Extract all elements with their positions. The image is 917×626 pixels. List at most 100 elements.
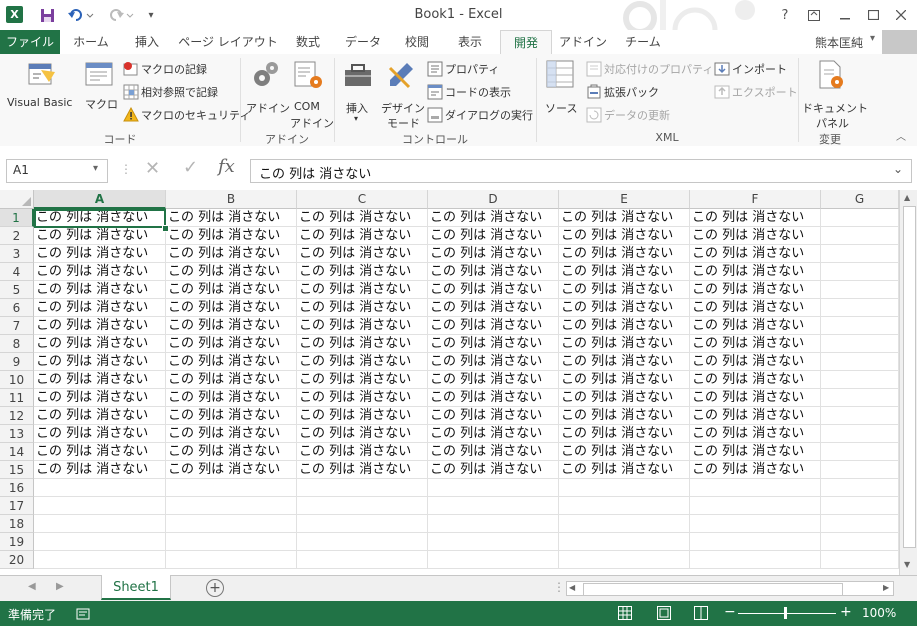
zoom-in-button[interactable]: + xyxy=(840,604,852,620)
tab-developer[interactable]: 開発 xyxy=(500,30,552,56)
cell-a5[interactable]: この 列は 消さない xyxy=(34,281,166,299)
cell-c9[interactable]: この 列は 消さない xyxy=(297,353,428,371)
cell-f3[interactable]: この 列は 消さない xyxy=(690,245,821,263)
cell-e10[interactable]: この 列は 消さない xyxy=(559,371,690,389)
cell-e14[interactable]: この 列は 消さない xyxy=(559,443,690,461)
expansion-pack-button[interactable]: 拡張パック xyxy=(586,83,676,101)
cell-e3[interactable]: この 列は 消さない xyxy=(559,245,690,263)
cell-c17[interactable] xyxy=(297,497,428,515)
cell-c20[interactable] xyxy=(297,551,428,569)
record-macro-button[interactable]: マクロの記録 xyxy=(123,60,233,78)
cell-c13[interactable]: この 列は 消さない xyxy=(297,425,428,443)
cell-f13[interactable]: この 列は 消さない xyxy=(690,425,821,443)
view-code-button[interactable]: コードの表示 xyxy=(427,83,527,101)
cell-f10[interactable]: この 列は 消さない xyxy=(690,371,821,389)
cell-b15[interactable]: この 列は 消さない xyxy=(166,461,297,479)
cell-c11[interactable]: この 列は 消さない xyxy=(297,389,428,407)
page-break-view-icon[interactable] xyxy=(694,606,708,620)
cell-d13[interactable]: この 列は 消さない xyxy=(428,425,559,443)
cell-f18[interactable] xyxy=(690,515,821,533)
run-dialog-button[interactable]: ダイアログの実行 xyxy=(427,106,533,124)
visual-basic-button[interactable]: Visual Basic xyxy=(5,60,77,112)
sheet-tab-sheet1[interactable]: Sheet1 xyxy=(101,575,171,600)
scroll-down-icon[interactable]: ▼ xyxy=(904,560,910,569)
ribbon-display-options-icon[interactable] xyxy=(804,4,824,26)
confirm-entry-icon[interactable]: ✓ xyxy=(183,157,198,178)
insert-function-button[interactable]: fx xyxy=(218,156,235,177)
tab-addins[interactable]: アドイン xyxy=(556,30,610,54)
properties-button[interactable]: プロパティ xyxy=(427,60,527,78)
cell-c18[interactable] xyxy=(297,515,428,533)
cell-d1[interactable]: この 列は 消さない xyxy=(428,209,559,227)
cell-a7[interactable]: この 列は 消さない xyxy=(34,317,166,335)
cell-g18[interactable] xyxy=(821,515,899,533)
tab-insert[interactable]: 挿入 xyxy=(122,30,172,54)
cell-c14[interactable]: この 列は 消さない xyxy=(297,443,428,461)
tab-home[interactable]: ホーム xyxy=(64,30,118,54)
cell-g16[interactable] xyxy=(821,479,899,497)
sheet-prev-icon[interactable]: ◀ xyxy=(28,581,36,592)
cell-e9[interactable]: この 列は 消さない xyxy=(559,353,690,371)
cell-f19[interactable] xyxy=(690,533,821,551)
cell-d19[interactable] xyxy=(428,533,559,551)
import-button[interactable]: インポート xyxy=(714,60,794,78)
cell-e8[interactable]: この 列は 消さない xyxy=(559,335,690,353)
cell-d14[interactable]: この 列は 消さない xyxy=(428,443,559,461)
row-header-20[interactable]: 20 xyxy=(0,551,34,569)
cell-c15[interactable]: この 列は 消さない xyxy=(297,461,428,479)
relative-reference-button[interactable]: 相対参照で記録 xyxy=(123,83,233,101)
column-header-d[interactable]: D xyxy=(428,190,559,209)
cell-c1[interactable]: この 列は 消さない xyxy=(297,209,428,227)
macro-security-button[interactable]: マクロのセキュリティ xyxy=(123,106,250,124)
cell-f15[interactable]: この 列は 消さない xyxy=(690,461,821,479)
cell-g7[interactable] xyxy=(821,317,899,335)
cell-d7[interactable]: この 列は 消さない xyxy=(428,317,559,335)
cell-e5[interactable]: この 列は 消さない xyxy=(559,281,690,299)
page-layout-view-icon[interactable] xyxy=(657,606,671,620)
cell-a18[interactable] xyxy=(34,515,166,533)
row-header-5[interactable]: 5 xyxy=(0,281,34,299)
row-header-11[interactable]: 11 xyxy=(0,389,34,407)
cell-c16[interactable] xyxy=(297,479,428,497)
cell-a9[interactable]: この 列は 消さない xyxy=(34,353,166,371)
cell-a3[interactable]: この 列は 消さない xyxy=(34,245,166,263)
cell-d2[interactable]: この 列は 消さない xyxy=(428,227,559,245)
cell-f8[interactable]: この 列は 消さない xyxy=(690,335,821,353)
tab-file[interactable]: ファイル xyxy=(0,30,60,54)
cell-a10[interactable]: この 列は 消さない xyxy=(34,371,166,389)
cell-a13[interactable]: この 列は 消さない xyxy=(34,425,166,443)
cell-b8[interactable]: この 列は 消さない xyxy=(166,335,297,353)
cell-g3[interactable] xyxy=(821,245,899,263)
row-header-14[interactable]: 14 xyxy=(0,443,34,461)
cell-c4[interactable]: この 列は 消さない xyxy=(297,263,428,281)
close-icon[interactable] xyxy=(890,4,912,26)
row-header-1[interactable]: 1 xyxy=(0,209,34,227)
cell-f17[interactable] xyxy=(690,497,821,515)
cell-a4[interactable]: この 列は 消さない xyxy=(34,263,166,281)
cell-b9[interactable]: この 列は 消さない xyxy=(166,353,297,371)
horizontal-scrollbar[interactable]: ◀ ▶ xyxy=(566,581,894,596)
cell-c10[interactable]: この 列は 消さない xyxy=(297,371,428,389)
cell-c8[interactable]: この 列は 消さない xyxy=(297,335,428,353)
cell-b17[interactable] xyxy=(166,497,297,515)
cell-g2[interactable] xyxy=(821,227,899,245)
cell-b2[interactable]: この 列は 消さない xyxy=(166,227,297,245)
formula-input[interactable]: この 列は 消さない ⌄ xyxy=(250,159,912,183)
fill-handle[interactable] xyxy=(162,225,169,232)
cell-b1[interactable]: この 列は 消さない xyxy=(166,209,297,227)
select-all-corner[interactable] xyxy=(0,190,34,209)
cell-e13[interactable]: この 列は 消さない xyxy=(559,425,690,443)
tab-formulas[interactable]: 数式 xyxy=(284,30,332,54)
expand-formula-icon[interactable]: ⌄ xyxy=(893,162,903,176)
cell-f7[interactable]: この 列は 消さない xyxy=(690,317,821,335)
scroll-thumb[interactable] xyxy=(903,206,916,548)
sheet-next-icon[interactable]: ▶ xyxy=(56,581,64,592)
cell-d4[interactable]: この 列は 消さない xyxy=(428,263,559,281)
cell-c6[interactable]: この 列は 消さない xyxy=(297,299,428,317)
formula-bar-grip-icon[interactable]: ⋮ xyxy=(120,162,132,176)
cell-g9[interactable] xyxy=(821,353,899,371)
minimize-icon[interactable] xyxy=(834,4,856,26)
maximize-icon[interactable] xyxy=(862,4,884,26)
row-header-7[interactable]: 7 xyxy=(0,317,34,335)
zoom-slider-thumb[interactable] xyxy=(784,607,787,619)
